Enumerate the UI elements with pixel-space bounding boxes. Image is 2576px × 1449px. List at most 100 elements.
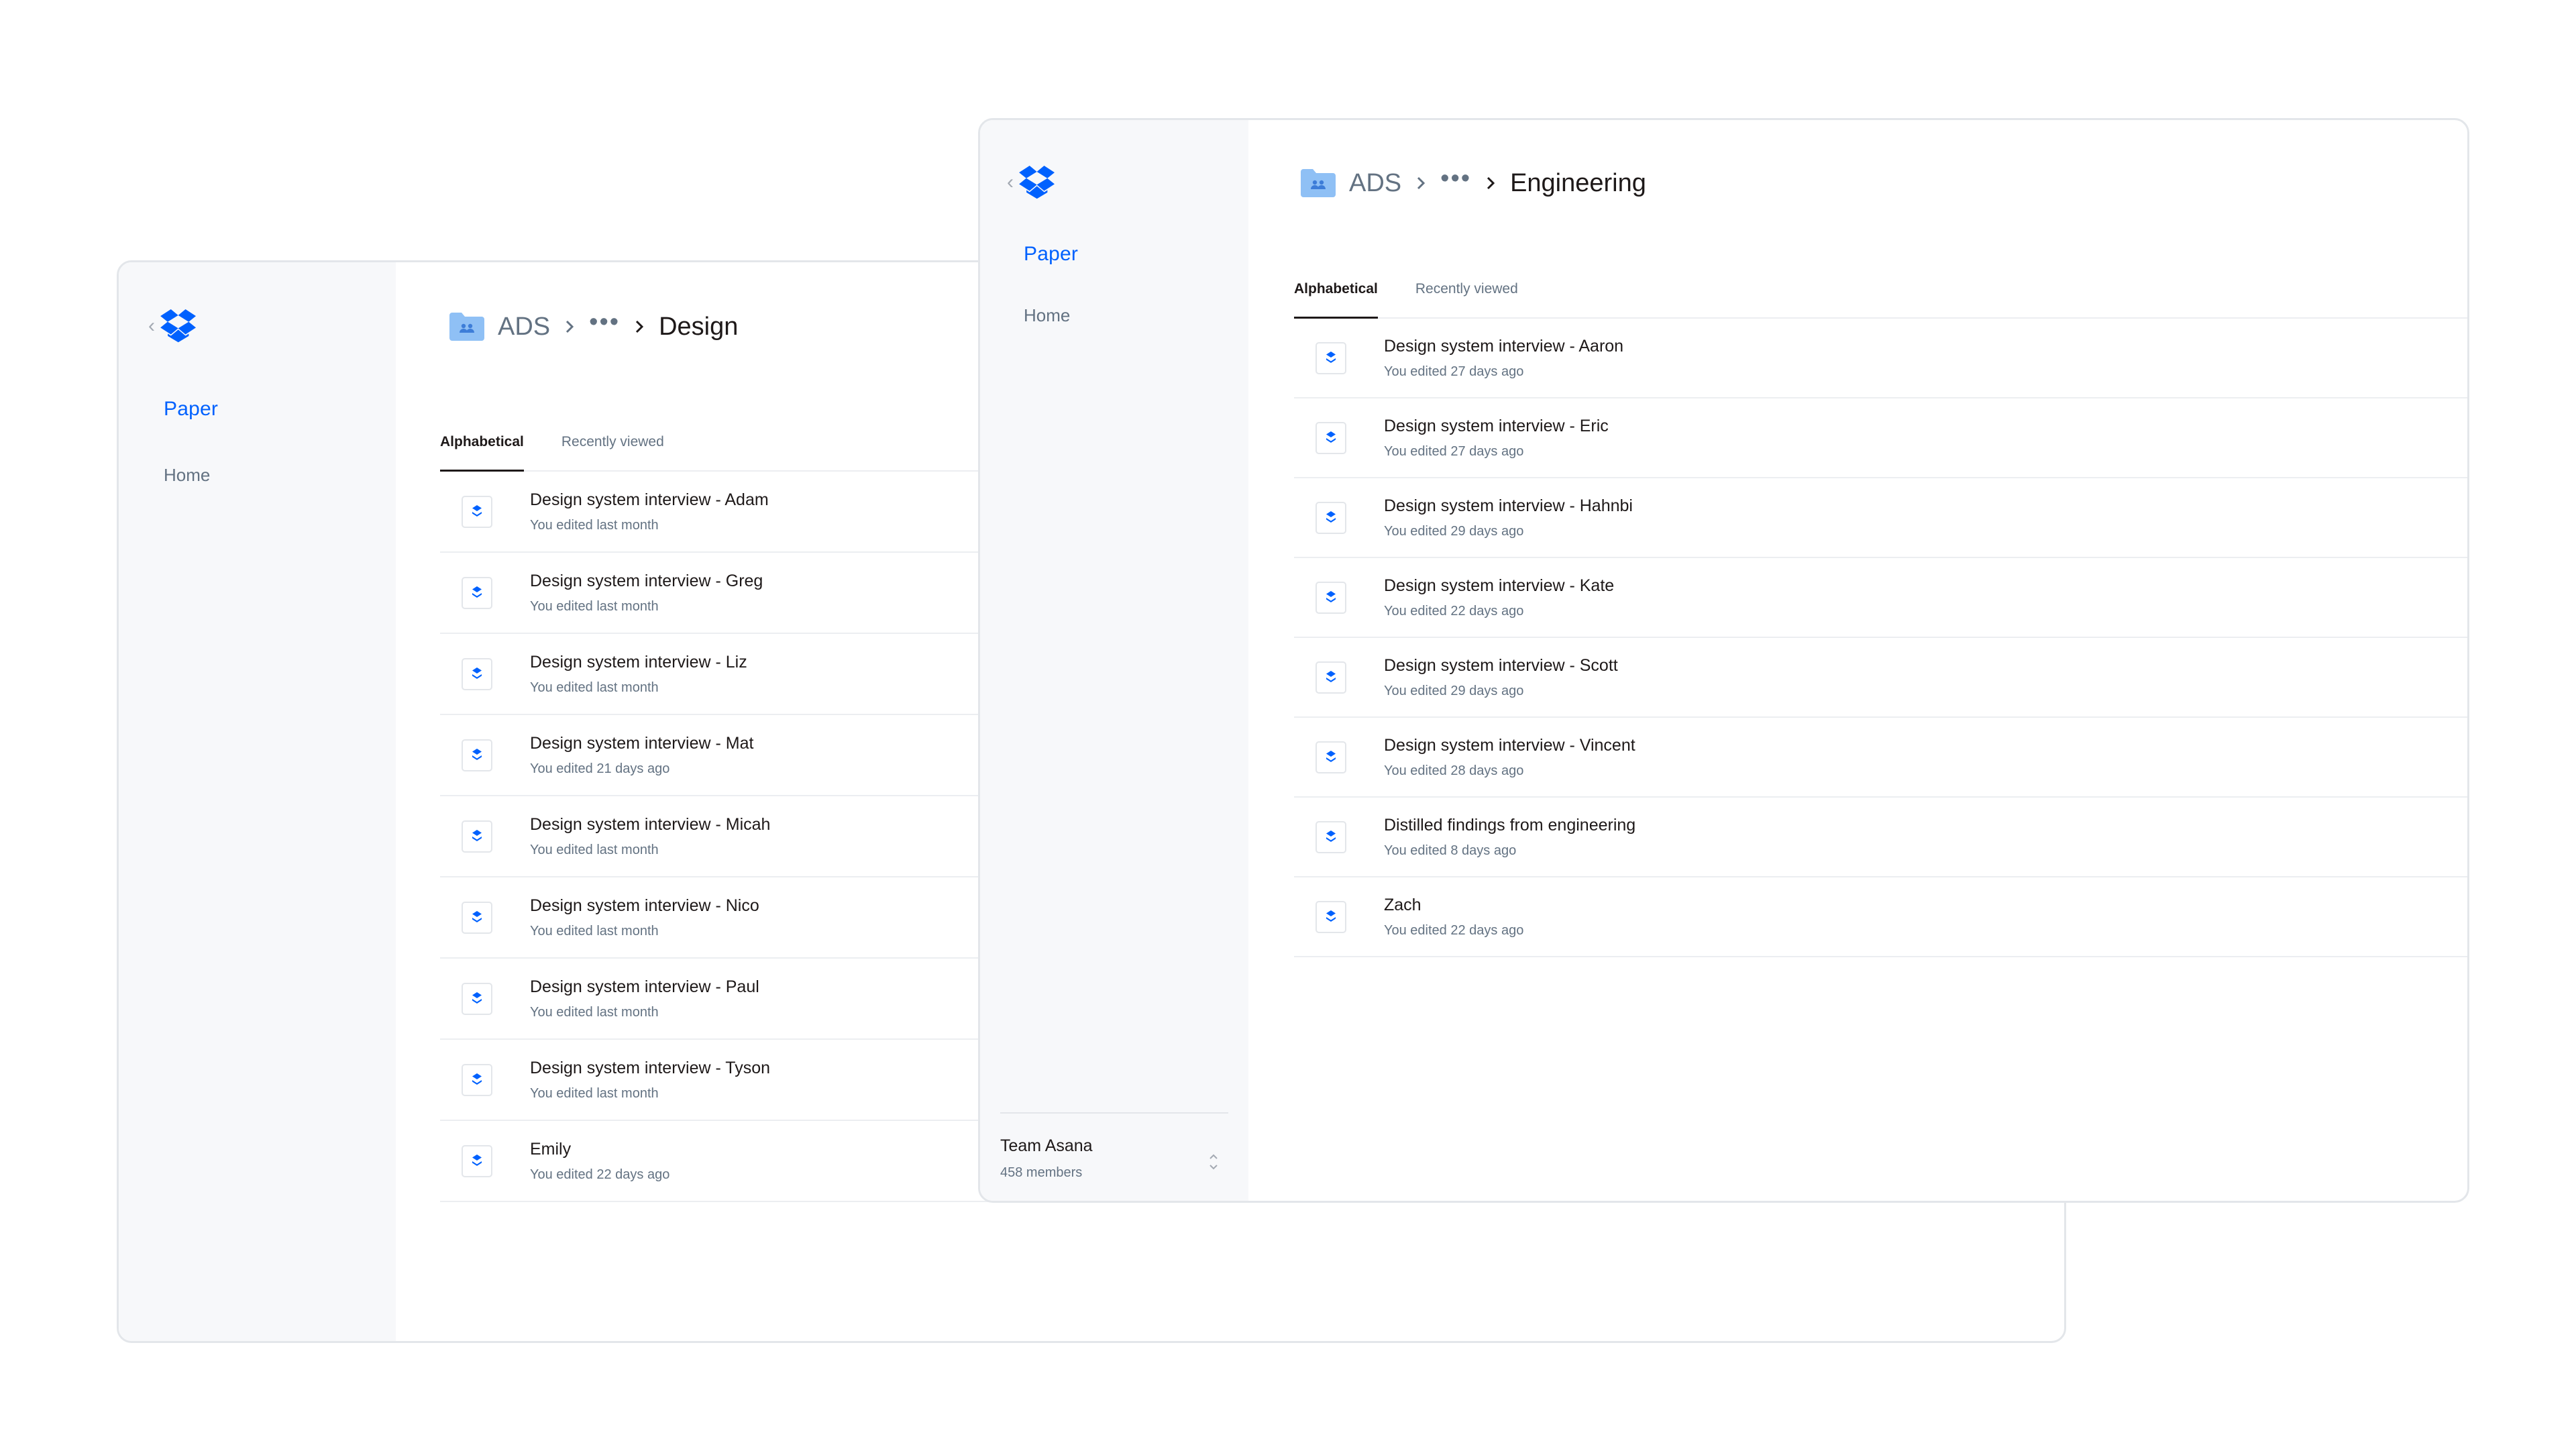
doc-last-edited: You edited 22 days ago (530, 1167, 670, 1182)
doc-text: Design system interview - Nico You edited… (530, 896, 759, 939)
paper-doc-icon (460, 900, 494, 935)
sort-tabs: Alphabetical Recently viewed (1294, 281, 2467, 319)
doc-text: Zach You edited 22 days ago (1384, 896, 1523, 938)
doc-text: Design system interview - Adam You edited… (530, 490, 769, 533)
chevron-right-icon (1487, 176, 1495, 190)
nav-home[interactable]: Home (164, 465, 210, 486)
main-content: ADS ••• Engineering Alphabetical Recentl… (1248, 120, 2467, 1201)
paper-doc-icon (1314, 900, 1348, 934)
doc-text: Design system interview - Kate You edited… (1384, 576, 1614, 619)
tab-alphabetical[interactable]: Alphabetical (1294, 281, 1378, 319)
doc-text: Distilled findings from engineering You e… (1384, 816, 1635, 859)
chevron-right-icon (566, 320, 574, 333)
doc-title: Design system interview - Aaron (1384, 336, 1624, 356)
doc-row[interactable]: Design system interview - Scott You edite… (1294, 638, 2467, 718)
doc-title: Design system interview - Micah (530, 814, 771, 834)
doc-last-edited: You edited 8 days ago (1384, 843, 1517, 858)
doc-title: Design system interview - Hahnbi (1384, 496, 1633, 515)
sidebar: ‹ Paper Home (119, 262, 396, 1341)
doc-text: Design system interview - Liz You edited … (530, 653, 747, 696)
doc-row[interactable]: Design system interview - Aaron You edite… (1294, 319, 2467, 398)
doc-title: Distilled findings from engineering (1384, 815, 1636, 835)
doc-title: Design system interview - Paul (530, 977, 759, 996)
paper-doc-icon (460, 819, 494, 854)
stage: ‹ Paper Home ADS ••• Design Alphabetical… (0, 0, 2576, 1449)
doc-row[interactable]: Design system interview - Hahnbi You edit… (1294, 478, 2467, 558)
doc-title: Design system interview - Mat (530, 733, 754, 753)
team-folder-icon[interactable] (449, 313, 484, 341)
breadcrumb-ellipsis[interactable]: ••• (589, 309, 620, 335)
team-switcher[interactable]: Team Asana 458 members (1000, 1112, 1228, 1181)
doc-last-edited: You edited last month (530, 842, 659, 857)
paper-doc-icon (1314, 820, 1348, 855)
chevron-up-down-icon[interactable] (1207, 1148, 1220, 1175)
doc-last-edited: You edited 29 days ago (1384, 523, 1524, 539)
doc-last-edited: You edited 22 days ago (1384, 922, 1524, 938)
team-folder-icon[interactable] (1301, 169, 1336, 197)
doc-title: Emily (530, 1139, 572, 1159)
breadcrumb: ADS ••• Design (449, 307, 738, 347)
doc-text: Design system interview - Greg You edited… (530, 572, 763, 614)
nav-home[interactable]: Home (1024, 305, 1070, 326)
dropbox-logo-icon[interactable] (159, 309, 198, 343)
doc-row[interactable]: Distilled findings from engineering You e… (1294, 798, 2467, 877)
doc-row[interactable]: Design system interview - Vincent You edi… (1294, 718, 2467, 798)
dropbox-logo-icon[interactable] (1018, 166, 1057, 199)
breadcrumb-current: Engineering (1510, 168, 1646, 197)
paper-doc-icon (460, 738, 494, 773)
paper-doc-icon (1314, 341, 1348, 376)
doc-title: Zach (1384, 895, 1421, 914)
paper-doc-icon (1314, 500, 1348, 535)
chevron-right-icon (1417, 176, 1426, 190)
doc-last-edited: You edited 27 days ago (1384, 443, 1524, 459)
team-members: 458 members (1000, 1165, 1083, 1180)
chevron-right-icon (636, 320, 644, 333)
doc-row[interactable]: Design system interview - Eric You edited… (1294, 398, 2467, 478)
doc-text: Design system interview - Micah You edite… (530, 815, 770, 858)
paper-doc-icon (460, 494, 494, 529)
doc-row[interactable]: Zach You edited 22 days ago (1294, 877, 2467, 957)
doc-last-edited: You edited 29 days ago (1384, 683, 1524, 698)
back-chevron-icon[interactable]: ‹ (1007, 172, 1014, 193)
breadcrumb-ellipsis[interactable]: ••• (1440, 166, 1471, 191)
breadcrumb-root[interactable]: ADS (498, 313, 550, 341)
brand-row[interactable]: ‹ (1007, 166, 1057, 199)
doc-title: Design system interview - Nico (530, 896, 759, 915)
paper-doc-icon (460, 657, 494, 692)
paper-doc-icon (460, 1144, 494, 1179)
doc-last-edited: You edited last month (530, 598, 659, 614)
tab-recently-viewed[interactable]: Recently viewed (1415, 281, 1518, 317)
nav-paper[interactable]: Paper (164, 398, 218, 421)
doc-title: Design system interview - Tyson (530, 1058, 770, 1077)
doc-text: Design system interview - Hahnbi You edit… (1384, 496, 1633, 539)
doc-list: Design system interview - Aaron You edite… (1294, 319, 2467, 957)
doc-last-edited: You edited 22 days ago (1384, 603, 1524, 619)
doc-last-edited: You edited last month (530, 517, 659, 533)
nav-paper[interactable]: Paper (1024, 243, 1078, 266)
doc-last-edited: You edited last month (530, 923, 659, 938)
paper-doc-icon (1314, 740, 1348, 775)
sidebar: ‹ Paper Home Team Asana 458 members (980, 120, 1248, 1201)
doc-text: Design system interview - Tyson You edite… (530, 1059, 770, 1102)
doc-text: Design system interview - Scott You edite… (1384, 656, 1618, 699)
doc-text: Design system interview - Mat You edited … (530, 734, 753, 777)
tab-alphabetical[interactable]: Alphabetical (440, 434, 524, 472)
doc-title: Design system interview - Greg (530, 571, 763, 590)
paper-doc-icon (460, 981, 494, 1016)
doc-title: Design system interview - Adam (530, 490, 769, 509)
window-engineering: ‹ Paper Home Team Asana 458 members ADS … (978, 118, 2469, 1203)
tab-recently-viewed[interactable]: Recently viewed (561, 434, 664, 470)
paper-doc-icon (460, 576, 494, 610)
breadcrumb-root[interactable]: ADS (1349, 169, 1401, 198)
doc-title: Design system interview - Vincent (1384, 735, 1635, 755)
doc-text: Design system interview - Eric You edited… (1384, 417, 1609, 460)
doc-text: Design system interview - Paul You edited… (530, 977, 759, 1020)
doc-last-edited: You edited 28 days ago (1384, 763, 1524, 778)
brand-row[interactable]: ‹ (148, 309, 198, 343)
doc-last-edited: You edited last month (530, 1004, 659, 1020)
doc-row[interactable]: Design system interview - Kate You edited… (1294, 558, 2467, 638)
paper-doc-icon (460, 1063, 494, 1097)
doc-last-edited: You edited last month (530, 1085, 659, 1101)
doc-text: Design system interview - Vincent You edi… (1384, 736, 1635, 779)
back-chevron-icon[interactable]: ‹ (148, 316, 155, 336)
